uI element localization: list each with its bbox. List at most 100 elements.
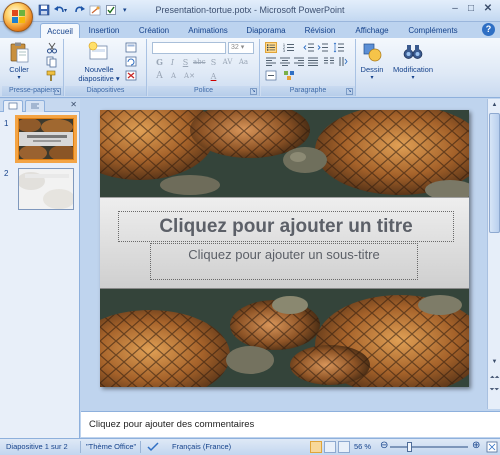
align-text-icon[interactable] — [265, 70, 277, 81]
underline-icon[interactable]: S — [180, 57, 191, 68]
title-placeholder[interactable]: Cliquez pour ajouter un titre — [118, 211, 454, 242]
slides-group-label: Diapositives — [65, 86, 146, 96]
slide-thumbnail-2[interactable] — [18, 168, 74, 210]
slides-tab-icon[interactable] — [3, 100, 23, 112]
decrease-indent-icon[interactable] — [303, 42, 315, 53]
tab-complements[interactable]: Compléments — [404, 23, 462, 38]
new-slide-button[interactable]: Nouvelle diapositive ▾ — [75, 41, 123, 83]
tab-creation[interactable]: Création — [132, 23, 176, 38]
align-center-icon[interactable] — [279, 56, 291, 67]
tab-animations[interactable]: Animations — [183, 23, 233, 38]
subtitle-placeholder[interactable]: Cliquez pour ajouter un sous-titre — [150, 243, 418, 280]
outline-tab-icon[interactable] — [25, 100, 45, 112]
format-painter-icon[interactable] — [46, 70, 58, 82]
tab-revision[interactable]: Révision — [298, 23, 342, 38]
tab-diaporama[interactable]: Diaporama — [242, 23, 290, 38]
columns-icon[interactable] — [323, 56, 335, 67]
editing-button[interactable]: Modification ▾ — [388, 41, 438, 83]
scroll-down-icon[interactable]: ▼ — [489, 357, 500, 367]
layout-icon[interactable] — [125, 42, 137, 54]
change-case-icon[interactable]: Aa — [238, 57, 249, 68]
font-color-icon[interactable]: A — [208, 71, 219, 82]
maximize-icon[interactable]: □ — [464, 2, 478, 16]
numbering-icon[interactable]: 123 — [283, 42, 295, 53]
previous-slide-icon[interactable]: ⏶⏶ — [489, 373, 500, 383]
spell-check-icon[interactable] — [146, 441, 160, 453]
slide-thumbnail-2-image — [19, 169, 73, 209]
grow-font-icon[interactable]: A — [154, 71, 165, 82]
font-name-combo[interactable] — [152, 42, 226, 54]
italic-icon[interactable]: I — [167, 57, 178, 68]
paragraph-group: 123 Paragraphe ↘ — [261, 39, 356, 96]
language-label[interactable]: Français (France) — [172, 442, 231, 451]
title-bar: ▾ ▾ Presentation-tortue.potx - Microsoft… — [0, 0, 500, 22]
slide-canvas[interactable]: Cliquez pour ajouter un titre Cliquez po… — [100, 110, 469, 387]
notes-placeholder[interactable]: Cliquez pour ajouter des commentaires — [89, 419, 254, 430]
next-slide-icon[interactable]: ⏷⏷ — [489, 385, 500, 395]
status-bar: Diapositive 1 sur 2 "Thème Office" Franç… — [0, 438, 500, 455]
tab-affichage[interactable]: Affichage — [348, 23, 396, 38]
zoom-percent[interactable]: 56 % — [354, 442, 371, 451]
cut-icon[interactable] — [46, 42, 58, 54]
clipboard-group: Coller ▾ Presse-papiers ↘ — [2, 39, 64, 96]
char-spacing-icon[interactable]: AV — [222, 57, 233, 68]
zoom-out-icon[interactable]: ⊖ — [380, 440, 388, 451]
text-direction-icon[interactable] — [337, 56, 349, 67]
zoom-slider-thumb[interactable] — [406, 442, 412, 452]
scrollbar-thumb[interactable] — [489, 113, 500, 233]
vertical-scrollbar[interactable]: ▲ ▼ ⏶⏶ ⏷⏷ — [487, 99, 500, 409]
status-separator — [80, 441, 81, 453]
slide-editor: Cliquez pour ajouter un titre Cliquez po… — [81, 99, 487, 409]
delete-slide-icon[interactable] — [125, 70, 137, 82]
editing-dropdown-icon: ▾ — [411, 75, 415, 81]
smartart-icon[interactable] — [283, 70, 295, 81]
slide-thumbnail-1-image — [19, 119, 73, 159]
paste-icon — [10, 42, 29, 63]
clipboard-launcher-icon[interactable]: ↘ — [54, 88, 61, 95]
office-button[interactable] — [3, 2, 33, 32]
help-icon[interactable]: ? — [482, 23, 495, 36]
clear-format-icon[interactable]: A✕ — [184, 71, 195, 82]
font-group: 32 ▾ G I S abc S AV Aa A A A✕ A Police ↘ — [148, 39, 260, 96]
bullets-icon[interactable] — [265, 42, 277, 53]
shadow-icon[interactable]: S — [208, 57, 219, 68]
thumb-number-2: 2 — [4, 169, 9, 178]
minimize-icon[interactable]: – — [448, 2, 462, 16]
paste-button[interactable]: Coller ▾ — [4, 41, 34, 83]
ribbon: Coller ▾ Presse-papiers ↘ Nouvelle diapo… — [0, 38, 500, 98]
zoom-in-icon[interactable]: ⊕ — [472, 440, 480, 451]
align-left-icon[interactable] — [265, 56, 277, 67]
tab-insertion[interactable]: Insertion — [82, 23, 126, 38]
justify-icon[interactable] — [307, 56, 319, 67]
bold-icon[interactable]: G — [154, 57, 165, 68]
font-launcher-icon[interactable]: ↘ — [250, 88, 257, 95]
strikethrough-icon[interactable]: abc — [193, 57, 206, 68]
normal-view-icon[interactable] — [310, 441, 322, 453]
zoom-slider[interactable] — [390, 446, 468, 448]
title-band: Cliquez pour ajouter un titre Cliquez po… — [100, 197, 469, 289]
binoculars-icon — [403, 45, 423, 59]
slideshow-icon[interactable] — [338, 441, 350, 453]
reset-slide-icon[interactable] — [125, 56, 137, 68]
paragraph-launcher-icon[interactable]: ↘ — [346, 88, 353, 95]
notes-pane[interactable]: Cliquez pour ajouter des commentaires — [81, 411, 500, 437]
slides-group: Nouvelle diapositive ▾ Diapositives — [65, 39, 147, 96]
fit-to-window-icon[interactable] — [486, 441, 498, 453]
close-icon[interactable]: ✕ — [481, 2, 495, 16]
align-right-icon[interactable] — [293, 56, 305, 67]
increase-indent-icon[interactable] — [317, 42, 329, 53]
drawing-button[interactable]: Dessin ▾ — [357, 41, 387, 83]
line-spacing-icon[interactable] — [333, 42, 345, 53]
font-size-combo[interactable]: 32 ▾ — [228, 42, 254, 54]
drawing-label: Dessin — [360, 65, 384, 74]
panel-close-icon[interactable]: ✕ — [70, 100, 77, 109]
theme-name: "Thème Office" — [86, 442, 137, 451]
slide-sorter-icon[interactable] — [324, 441, 336, 453]
status-separator — [140, 441, 141, 453]
tab-accueil[interactable]: Accueil — [40, 23, 80, 38]
scroll-up-icon[interactable]: ▲ — [489, 100, 500, 110]
new-slide-icon — [88, 41, 108, 60]
slide-thumbnail-1[interactable] — [15, 115, 77, 163]
copy-icon[interactable] — [46, 56, 58, 68]
shrink-font-icon[interactable]: A — [168, 71, 179, 82]
